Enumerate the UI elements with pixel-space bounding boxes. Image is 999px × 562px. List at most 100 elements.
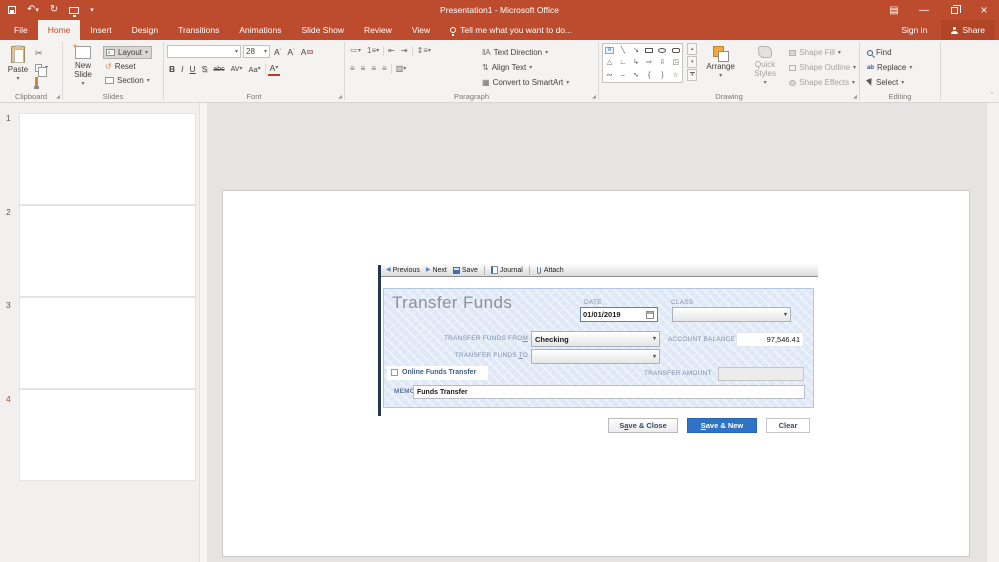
shape-rectangle-icon[interactable] — [645, 48, 653, 53]
columns-button[interactable]: ▥▾ — [394, 62, 409, 75]
shape-down-arrow-icon[interactable]: ⇩ — [659, 59, 665, 66]
shrink-font-button[interactable]: Aˇ — [285, 45, 296, 58]
tab-animations[interactable]: Animations — [229, 20, 291, 40]
align-center-button[interactable]: ≡ — [359, 62, 368, 75]
shape-left-brace-icon[interactable]: { — [648, 72, 650, 79]
current-slide-canvas[interactable]: ◀ Previous ▶ Next Save Journal — [222, 190, 970, 557]
dialog-launcher-icon[interactable]: ◢ — [853, 95, 857, 100]
tab-view[interactable]: View — [402, 20, 440, 40]
vertical-scrollbar[interactable] — [986, 103, 999, 562]
save-button[interactable]: Save — [453, 267, 478, 274]
tab-transitions[interactable]: Transitions — [168, 20, 229, 40]
numbering-button[interactable]: 1≡▾ — [365, 44, 381, 57]
shape-oval-icon[interactable] — [658, 48, 666, 53]
character-spacing-button[interactable]: AV▾ — [229, 63, 245, 76]
slide-thumbnail-4[interactable] — [19, 389, 196, 481]
paste-button[interactable]: Paste ▾ — [3, 43, 33, 88]
collapse-ribbon-icon[interactable]: ˆ — [991, 93, 993, 100]
shape-triangle-icon[interactable]: △ — [607, 59, 612, 66]
align-right-button[interactable]: ≡ — [369, 62, 378, 75]
change-case-button[interactable]: Aa▾ — [246, 63, 262, 76]
shape-line-icon[interactable]: ╲ — [621, 47, 625, 54]
shapes-gallery[interactable]: A ╲ ↘ △ ∟ ↳ ⇨ ⇩ ◳ ∾ ⌢ ∿ { } — [602, 43, 683, 83]
dialog-launcher-icon[interactable]: ◢ — [338, 95, 342, 100]
memo-input[interactable]: Funds Transfer — [413, 385, 805, 399]
tab-review[interactable]: Review — [354, 20, 402, 40]
shape-corner-icon[interactable]: ◳ — [672, 59, 679, 66]
grow-font-button[interactable]: Aˆ — [272, 45, 283, 58]
tell-me-box[interactable]: Tell me what you want to do... — [450, 20, 572, 40]
previous-button[interactable]: ◀ Previous — [386, 267, 420, 274]
layout-button[interactable]: Layout▾ — [103, 46, 152, 59]
reset-button[interactable]: ↺ Reset — [103, 60, 152, 73]
class-dropdown[interactable]: ▾ — [672, 307, 791, 322]
arrange-button[interactable]: Arrange ▾ — [700, 43, 741, 89]
dialog-launcher-icon[interactable]: ◢ — [592, 95, 596, 100]
increase-indent-button[interactable]: ⇥ — [399, 44, 410, 57]
line-spacing-button[interactable]: ⇕≡▾ — [415, 44, 433, 57]
shape-elbow-arrow-icon[interactable]: ↳ — [633, 59, 639, 66]
shape-right-brace-icon[interactable]: } — [661, 72, 663, 79]
restore-button[interactable] — [939, 0, 969, 20]
text-shadow-button[interactable]: S — [200, 63, 210, 76]
transfer-amount-input[interactable] — [718, 367, 804, 381]
tab-design[interactable]: Design — [122, 20, 168, 40]
quick-styles-button[interactable]: Quick Styles ▾ — [744, 43, 786, 89]
font-size-combo[interactable]: 28▾ — [243, 45, 270, 58]
section-button[interactable]: Section▾ — [103, 74, 152, 87]
slide-thumbnail-3[interactable] — [19, 297, 196, 389]
justify-button[interactable]: ≡ — [380, 62, 389, 75]
shape-rounded-rectangle-icon[interactable] — [672, 48, 680, 53]
dialog-launcher-icon[interactable]: ◢ — [56, 95, 60, 100]
gallery-scroll-down-button[interactable]: ▾ — [687, 56, 697, 68]
save-and-close-button[interactable]: Save & Close — [608, 418, 678, 433]
gallery-more-button[interactable]: ▾ — [687, 69, 697, 81]
calendar-icon[interactable] — [646, 311, 654, 319]
copy-button[interactable]: ▾ — [33, 61, 50, 74]
clear-formatting-button[interactable]: A — [299, 45, 316, 58]
shape-elbow-connector-icon[interactable]: ∟ — [619, 59, 626, 66]
shape-scribble-icon[interactable]: ∾ — [607, 72, 613, 79]
font-color-button[interactable]: A▾ — [268, 63, 281, 76]
next-button[interactable]: ▶ Next — [426, 267, 447, 274]
slide-thumbnail-1[interactable] — [19, 113, 196, 205]
shape-arrow-line-icon[interactable]: ↘ — [633, 47, 639, 54]
sign-in-link[interactable]: Sign in — [893, 25, 935, 35]
font-name-combo[interactable]: ▾ — [167, 45, 241, 58]
gallery-scroll-up-button[interactable]: ▴ — [687, 43, 697, 55]
journal-button[interactable]: Journal — [491, 266, 523, 274]
save-and-new-button[interactable]: Save & New — [687, 418, 757, 433]
bold-button[interactable]: B — [167, 63, 177, 76]
tab-file[interactable]: File — [4, 20, 38, 40]
shape-curve-icon[interactable]: ∿ — [633, 72, 639, 79]
shape-effects-button[interactable]: Shape Effects▾ — [789, 76, 856, 89]
tab-home[interactable]: Home — [38, 20, 81, 40]
shape-star-icon[interactable]: ☆ — [672, 72, 678, 79]
replace-button[interactable]: ab Replace▾ — [867, 61, 937, 74]
attach-button[interactable]: Attach — [536, 266, 564, 275]
share-button[interactable]: Share — [941, 20, 995, 40]
slide-thumbnail-2[interactable] — [19, 205, 196, 297]
shape-arc-icon[interactable]: ⌢ — [621, 72, 626, 79]
convert-smartart-button[interactable]: ▦ Convert to SmartArt▾ — [482, 76, 569, 89]
thumbnail-scrollbar[interactable] — [199, 103, 207, 562]
underline-button[interactable]: U — [188, 63, 198, 76]
italic-button[interactable]: I — [179, 63, 185, 76]
strikethrough-button[interactable]: abc — [211, 63, 226, 76]
find-button[interactable]: Find — [867, 46, 937, 59]
cut-button[interactable]: ✂ — [33, 47, 50, 60]
clear-button[interactable]: Clear — [766, 418, 810, 433]
align-text-button[interactable]: ⇅ Align Text▾ — [482, 61, 569, 74]
bullets-button[interactable]: ≔▾ — [348, 44, 363, 57]
date-input[interactable]: 01/01/2019 — [580, 307, 658, 322]
tab-slideshow[interactable]: Slide Show — [291, 20, 354, 40]
align-left-button[interactable]: ≡ — [348, 62, 357, 75]
format-painter-button[interactable] — [33, 75, 50, 88]
shape-right-arrow-icon[interactable]: ⇨ — [646, 59, 652, 66]
minimize-button[interactable]: — — [909, 0, 939, 20]
tab-insert[interactable]: Insert — [80, 20, 121, 40]
ribbon-display-options-button[interactable]: ▤ — [879, 0, 909, 20]
decrease-indent-button[interactable]: ⇤ — [386, 44, 397, 57]
shape-outline-button[interactable]: Shape Outline▾ — [789, 61, 856, 74]
shape-text-box-icon[interactable]: A — [605, 47, 614, 54]
